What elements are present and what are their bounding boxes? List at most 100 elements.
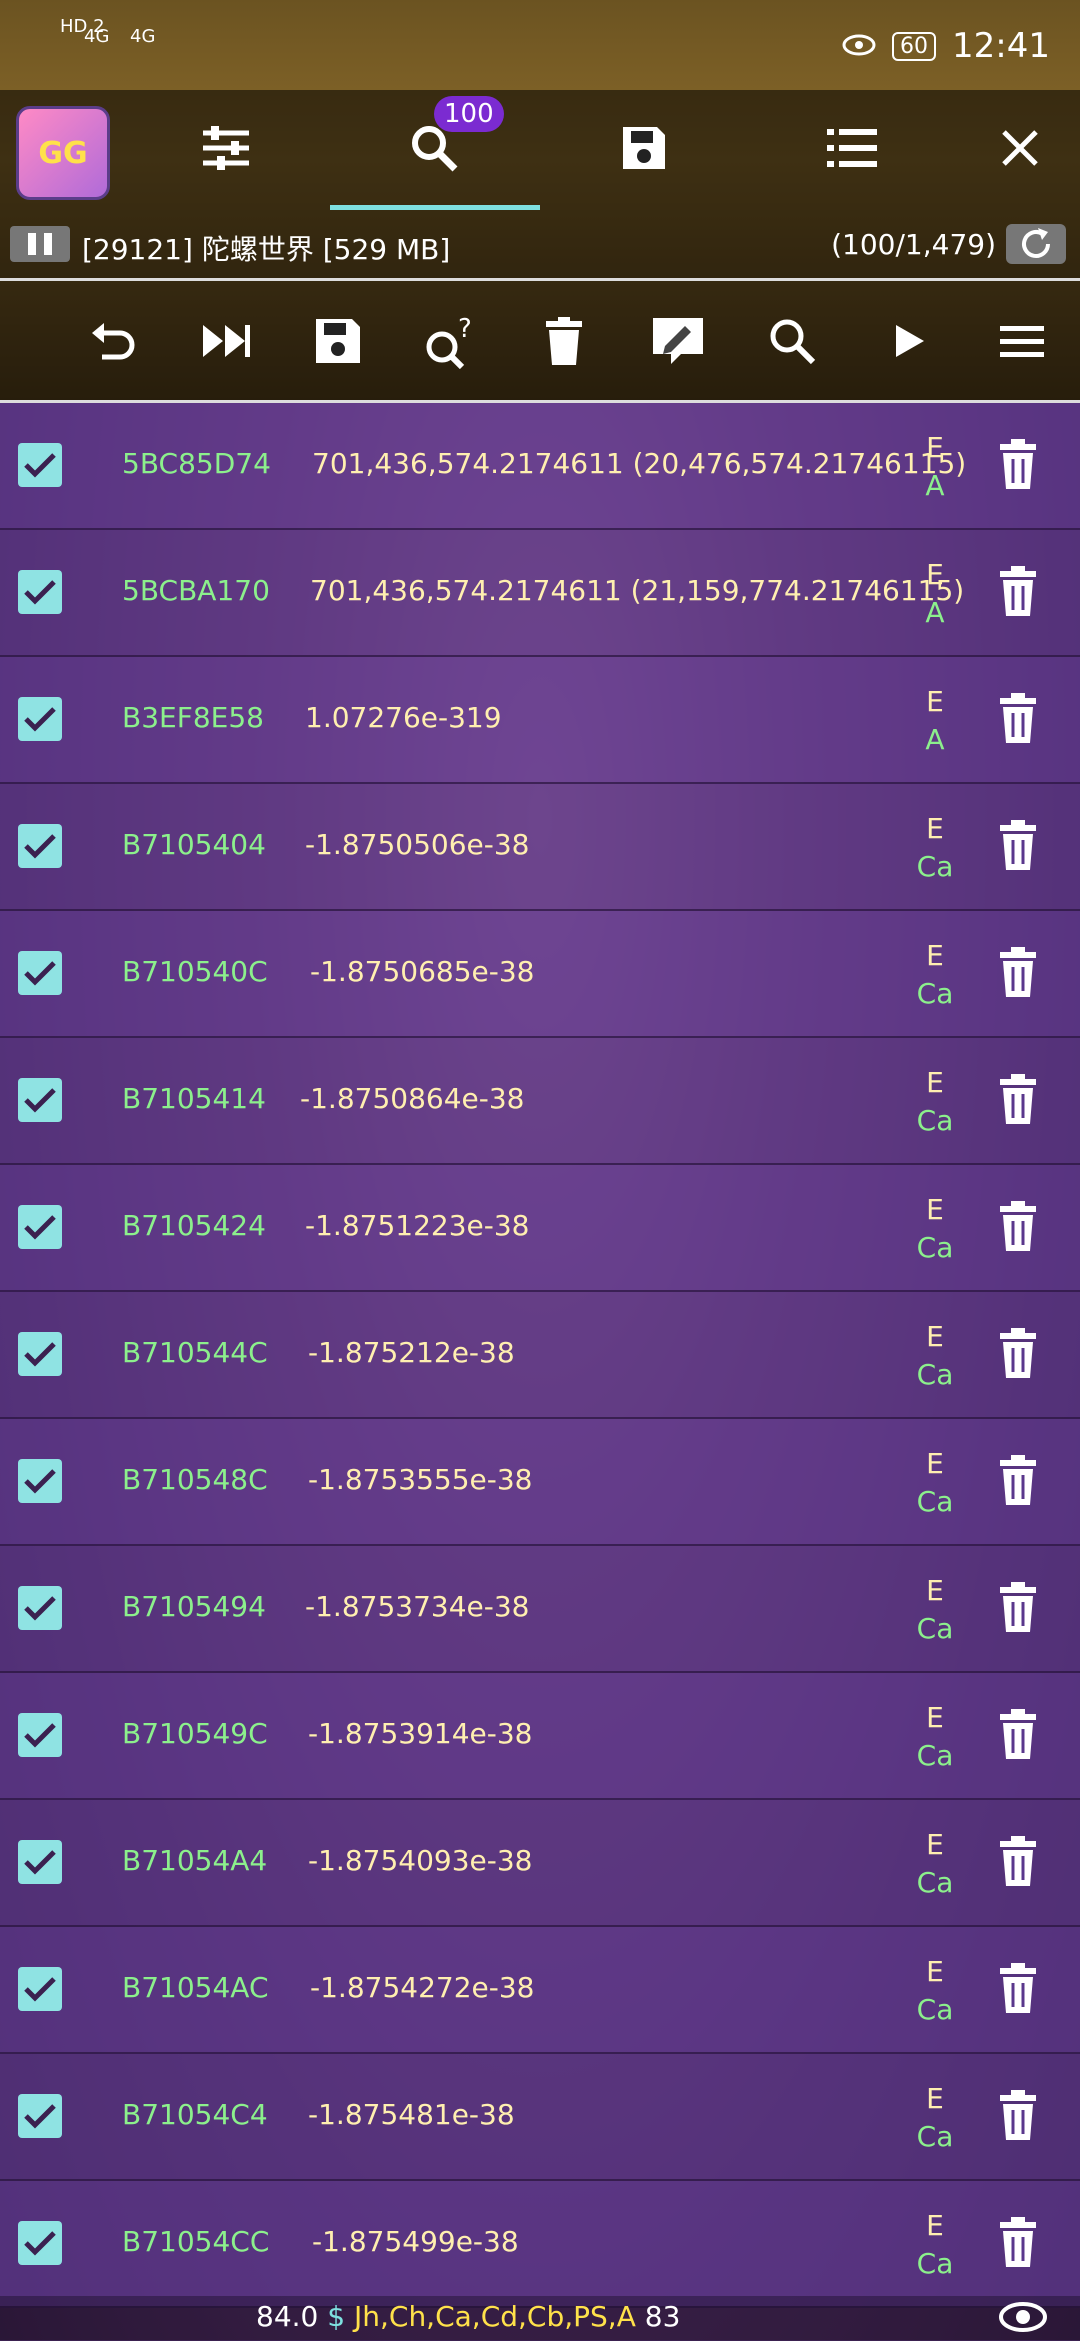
delete-row-icon[interactable] (998, 1963, 1038, 2013)
result-value[interactable]: -1.8750506e-38 (305, 828, 529, 861)
result-row[interactable]: B7105404 -1.8750506e-38 E Ca (0, 784, 1080, 911)
delete-row-icon[interactable] (998, 1836, 1038, 1886)
bottom-status-bar: 84.0 $ Jh,Ch,Ca,Cd,Cb,PS,A 83 (0, 2296, 1080, 2340)
result-row[interactable]: 5BC85D74 701,436,574.2174611 (20,476,574.… (0, 403, 1080, 530)
result-address[interactable]: B71054C4 (122, 2098, 268, 2131)
result-checkbox[interactable] (18, 2094, 62, 2138)
result-row[interactable]: B71054C4 -1.875481e-38 E Ca (0, 2054, 1080, 2181)
result-checkbox[interactable] (18, 1967, 62, 2011)
value-kinds: Jh,Ch,Ca,Cd,Cb,PS,A (353, 2300, 636, 2333)
result-value[interactable]: -1.8750685e-38 (310, 955, 534, 988)
result-address[interactable]: B710544C (122, 1336, 268, 1369)
result-checkbox[interactable] (18, 1078, 62, 1122)
result-checkbox[interactable] (18, 2221, 62, 2265)
result-flags: E Ca (905, 937, 965, 1013)
svg-text:?: ? (458, 314, 472, 344)
result-checkbox[interactable] (18, 1459, 62, 1503)
result-checkbox[interactable] (18, 570, 62, 614)
result-address[interactable]: B710540C (122, 955, 268, 988)
edit-icon[interactable] (648, 311, 708, 371)
eye-icon[interactable] (998, 2300, 1048, 2341)
result-address[interactable]: B7105424 (122, 1209, 266, 1242)
result-row[interactable]: B710549C -1.8753914e-38 E Ca (0, 1673, 1080, 1800)
result-value[interactable]: 701,436,574.2174611 (21,159,774.21746115… (310, 574, 964, 607)
result-value[interactable]: -1.875499e-38 (312, 2225, 519, 2258)
result-address[interactable]: 5BC85D74 (122, 447, 271, 480)
result-value[interactable]: 1.07276e-319 (305, 701, 502, 734)
result-address[interactable]: B7105414 (122, 1082, 266, 1115)
search-help-icon[interactable]: ? (420, 311, 480, 371)
menu-icon[interactable] (992, 311, 1052, 371)
delete-icon[interactable] (534, 311, 594, 371)
result-address[interactable]: B71054AC (122, 1971, 269, 2004)
settings-sliders-icon[interactable] (196, 118, 256, 178)
result-value[interactable]: -1.8753555e-38 (308, 1463, 532, 1496)
delete-row-icon[interactable] (998, 1455, 1038, 1505)
result-checkbox[interactable] (18, 1205, 62, 1249)
pause-button[interactable] (10, 226, 70, 262)
result-checkbox[interactable] (18, 824, 62, 868)
result-row[interactable]: B710548C -1.8753555e-38 E Ca (0, 1419, 1080, 1546)
result-row[interactable]: B710540C -1.8750685e-38 E Ca (0, 911, 1080, 1038)
result-row[interactable]: B710544C -1.875212e-38 E Ca (0, 1292, 1080, 1419)
result-checkbox[interactable] (18, 697, 62, 741)
result-row[interactable]: B3EF8E58 1.07276e-319 E A (0, 657, 1080, 784)
result-value[interactable]: 701,436,574.2174611 (20,476,574.21746115… (312, 447, 966, 480)
result-checkbox[interactable] (18, 1332, 62, 1376)
delete-row-icon[interactable] (998, 1201, 1038, 1251)
result-address[interactable]: B710549C (122, 1717, 268, 1750)
result-checkbox[interactable] (18, 1586, 62, 1630)
result-row[interactable]: B7105414 -1.8750864e-38 E Ca (0, 1038, 1080, 1165)
result-address[interactable]: B71054CC (122, 2225, 269, 2258)
result-address[interactable]: B7105404 (122, 828, 266, 861)
result-row[interactable]: B71054A4 -1.8754093e-38 E Ca (0, 1800, 1080, 1927)
result-address[interactable]: B7105494 (122, 1590, 266, 1623)
result-value[interactable]: -1.8750864e-38 (300, 1082, 524, 1115)
gameguardian-logo[interactable]: GG (16, 106, 110, 200)
delete-row-icon[interactable] (998, 439, 1038, 489)
result-checkbox[interactable] (18, 1840, 62, 1884)
result-address[interactable]: B3EF8E58 (122, 701, 264, 734)
result-flag-region: Ca (916, 1993, 954, 2026)
process-name[interactable]: [29121] 陀螺世界 [529 MB] (82, 228, 450, 268)
delete-row-icon[interactable] (998, 820, 1038, 870)
result-row[interactable]: B71054AC -1.8754272e-38 E Ca (0, 1927, 1080, 2054)
filter-search-icon[interactable] (762, 311, 822, 371)
result-checkbox[interactable] (18, 443, 62, 487)
delete-row-icon[interactable] (998, 1582, 1038, 1632)
play-icon[interactable] (880, 311, 940, 371)
checkmark-icon (24, 1215, 56, 1240)
result-value[interactable]: -1.8754093e-38 (308, 1844, 532, 1877)
delete-row-icon[interactable] (998, 1328, 1038, 1378)
save-icon[interactable] (308, 311, 368, 371)
delete-row-icon[interactable] (998, 1074, 1038, 1124)
undo-icon[interactable] (82, 311, 142, 371)
fast-forward-icon[interactable] (196, 311, 256, 371)
delete-row-icon[interactable] (998, 693, 1038, 743)
result-address[interactable]: B710548C (122, 1463, 268, 1496)
result-value[interactable]: -1.8753734e-38 (305, 1590, 529, 1623)
delete-row-icon[interactable] (998, 1709, 1038, 1759)
result-value[interactable]: -1.8751223e-38 (305, 1209, 529, 1242)
close-icon[interactable] (990, 118, 1050, 178)
memory-editor-list-icon[interactable] (822, 118, 882, 178)
delete-row-icon[interactable] (998, 566, 1038, 616)
result-flag-type: E (926, 1701, 944, 1734)
result-row[interactable]: 5BCBA170 701,436,574.2174611 (21,159,774.… (0, 530, 1080, 657)
result-value[interactable]: -1.875212e-38 (308, 1336, 515, 1369)
refresh-button[interactable] (1006, 224, 1066, 264)
result-row[interactable]: B7105494 -1.8753734e-38 E Ca (0, 1546, 1080, 1673)
delete-row-icon[interactable] (998, 947, 1038, 997)
result-value[interactable]: -1.8754272e-38 (310, 1971, 534, 2004)
delete-row-icon[interactable] (998, 2090, 1038, 2140)
result-value[interactable]: -1.875481e-38 (308, 2098, 515, 2131)
result-row[interactable]: B7105424 -1.8751223e-38 E Ca (0, 1165, 1080, 1292)
result-row[interactable]: B71054CC -1.875499e-38 E Ca (0, 2181, 1080, 2308)
saved-list-icon[interactable] (614, 118, 674, 178)
result-checkbox[interactable] (18, 951, 62, 995)
result-address[interactable]: B71054A4 (122, 1844, 267, 1877)
result-address[interactable]: 5BCBA170 (122, 574, 270, 607)
result-value[interactable]: -1.8753914e-38 (308, 1717, 532, 1750)
delete-row-icon[interactable] (998, 2217, 1038, 2267)
result-checkbox[interactable] (18, 1713, 62, 1757)
